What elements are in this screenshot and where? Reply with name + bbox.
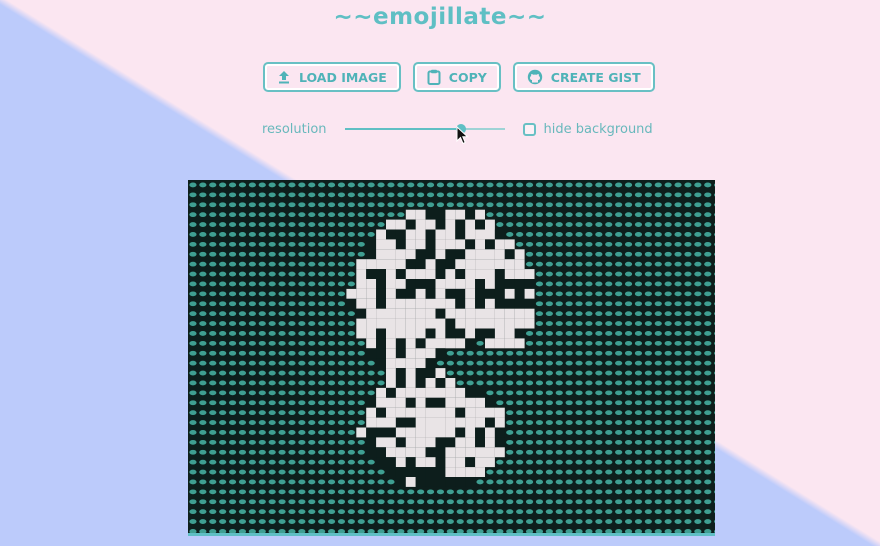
copy-label: COPY	[448, 69, 487, 85]
create-gist-button[interactable]: CREATE GIST	[512, 62, 655, 92]
slider-fill	[344, 128, 462, 130]
clipboard-icon	[427, 69, 441, 85]
toolbar: LOAD IMAGE COPY CREATE GIST	[263, 62, 655, 92]
copy-button[interactable]: COPY	[412, 62, 501, 92]
emoji-preview-canvas	[188, 180, 715, 536]
resolution-slider[interactable]	[344, 121, 505, 137]
load-image-button[interactable]: LOAD IMAGE	[263, 62, 401, 92]
resolution-label: resolution	[262, 121, 327, 137]
hide-background-checkbox[interactable]	[522, 122, 536, 136]
app-title: ~~emojillate~~	[333, 4, 547, 30]
load-image-label: LOAD IMAGE	[299, 69, 387, 85]
figure-emoji-cells	[346, 209, 535, 487]
create-gist-label: CREATE GIST	[550, 69, 641, 85]
emoji-mosaic	[189, 182, 715, 533]
hide-background-label: hide background	[543, 121, 653, 137]
upload-icon	[277, 70, 291, 84]
cursor-icon	[456, 125, 470, 151]
github-icon	[527, 69, 543, 85]
